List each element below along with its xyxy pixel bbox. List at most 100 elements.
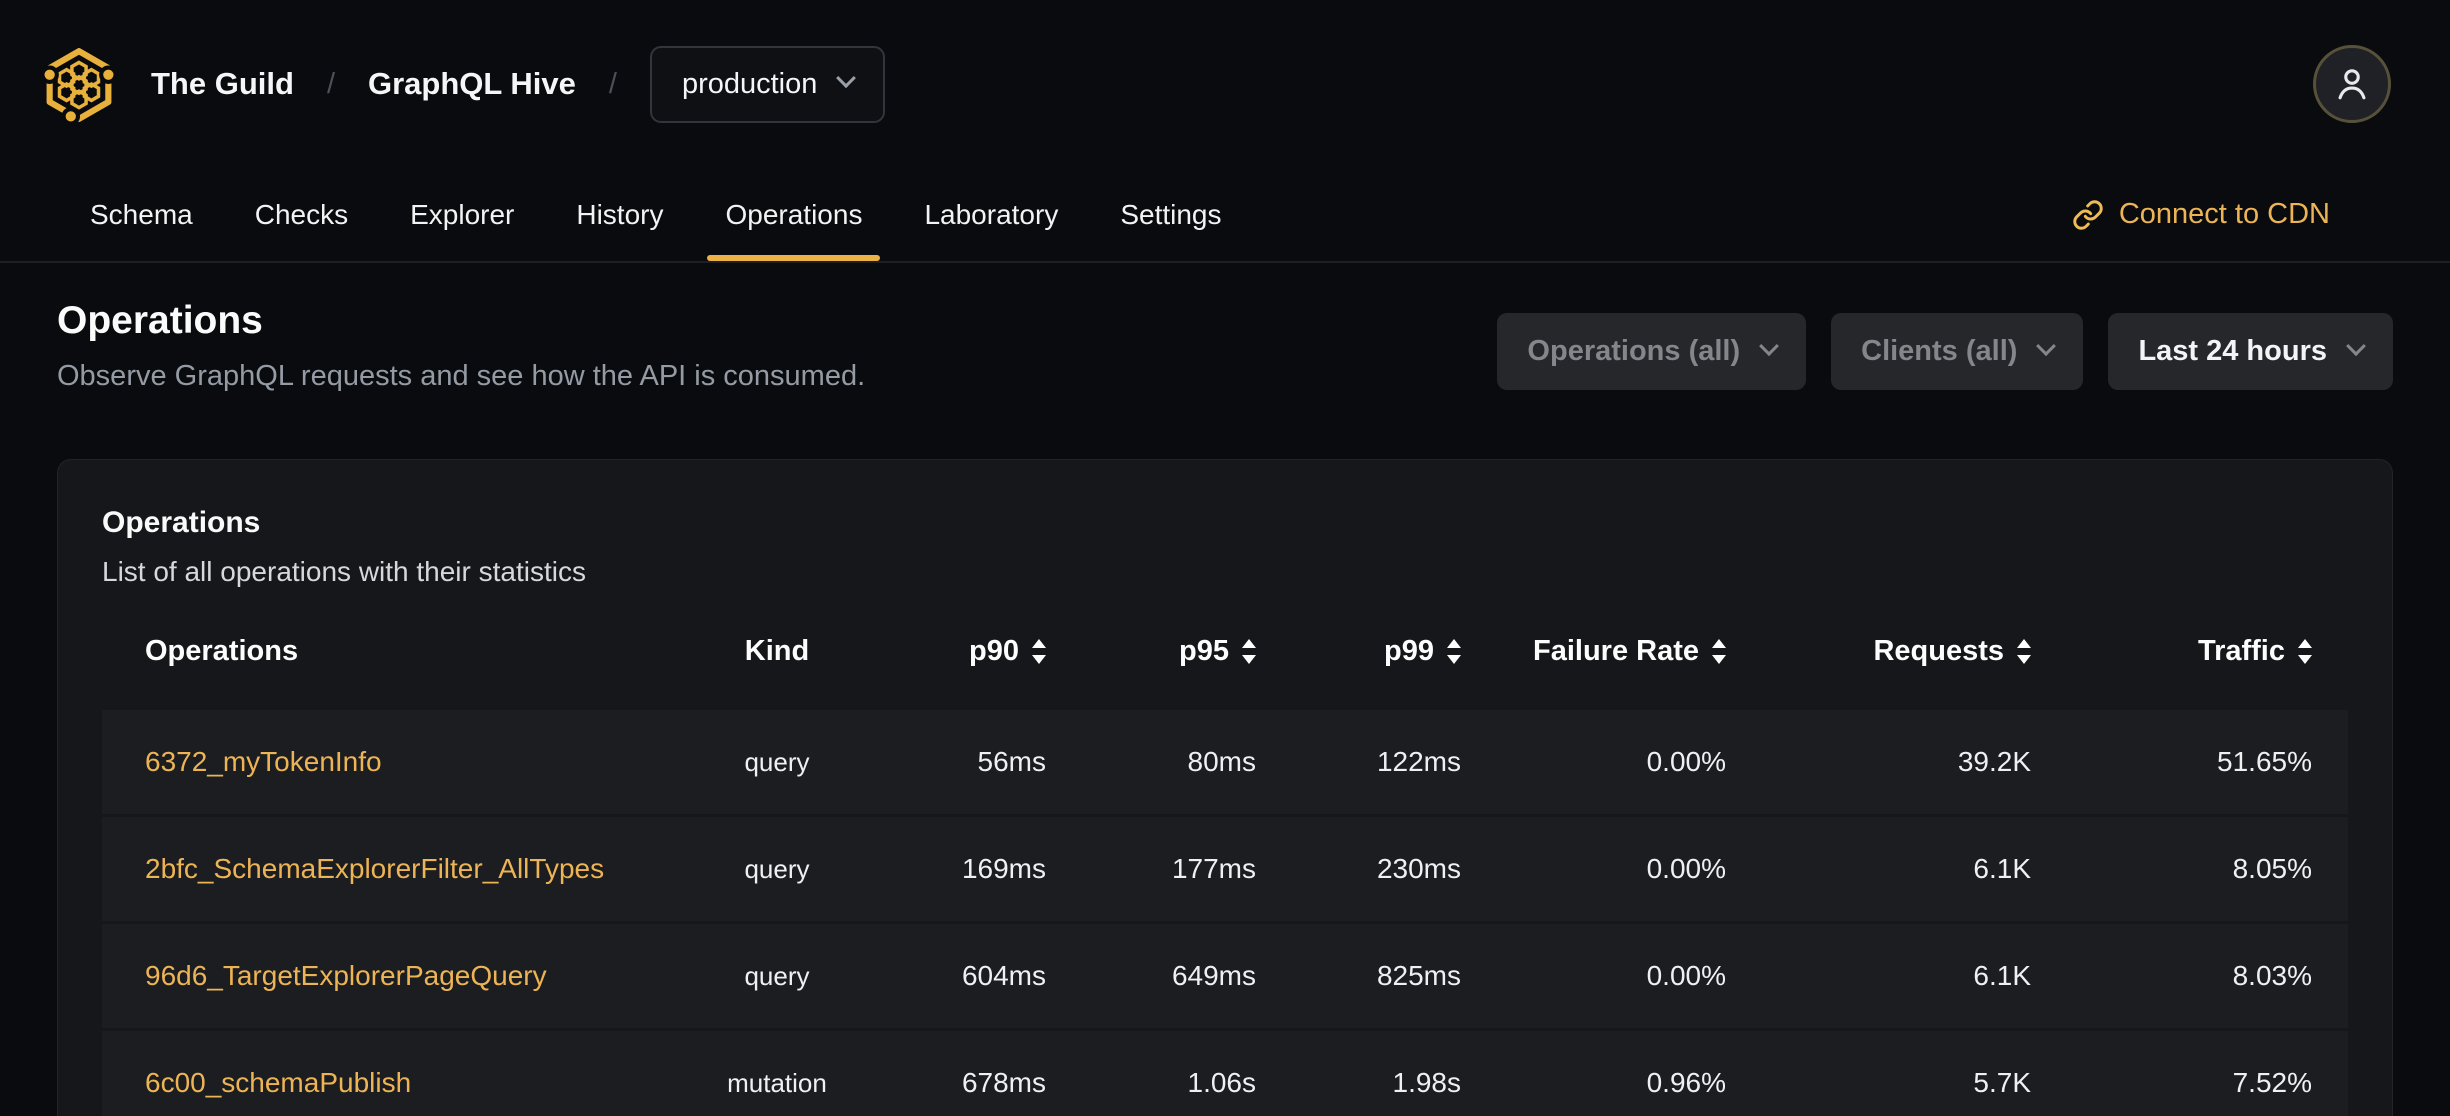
- sort-asc-icon: [1712, 638, 1726, 648]
- table-row: 2bfc_SchemaExplorerFilter_AllTypes query…: [102, 817, 2348, 921]
- kind-cell: mutation: [727, 1067, 827, 1098]
- clients-filter-label: Clients (all): [1861, 335, 2018, 367]
- failure-rate-cell: 0.96%: [1646, 1067, 1726, 1098]
- tab-checks[interactable]: Checks: [237, 168, 366, 261]
- target-nav: Schema Checks Explorer History Operation…: [0, 168, 2450, 263]
- sort-desc-icon: [2017, 654, 2031, 664]
- p90-cell: 678ms: [961, 1067, 1046, 1098]
- breadcrumb-separator: /: [608, 67, 617, 100]
- user-icon: [2338, 69, 2366, 100]
- sort-desc-icon: [1712, 654, 1726, 664]
- breadcrumb: The Guild / GraphQL Hive / production: [40, 43, 886, 125]
- p99-cell: 230ms: [1376, 853, 1461, 884]
- tab-laboratory[interactable]: Laboratory: [906, 168, 1076, 261]
- traffic-cell: 8.03%: [2232, 960, 2312, 991]
- operations-table: Operations Kind p90 p95 p99 Failure Rate…: [102, 606, 2348, 1116]
- breadcrumb-separator: /: [326, 67, 335, 100]
- connect-to-cdn-button[interactable]: Connect to CDN: [2072, 168, 2330, 261]
- sort-asc-icon: [2017, 638, 2031, 648]
- column-header-p99[interactable]: p99: [1272, 635, 1477, 668]
- sort-asc-icon: [1447, 638, 1461, 648]
- sort-icons[interactable]: [2017, 638, 2031, 664]
- top-bar: The Guild / GraphQL Hive / production: [0, 0, 2450, 168]
- p99-cell: 1.98s: [1392, 1067, 1462, 1098]
- tab-schema[interactable]: Schema: [72, 168, 211, 261]
- target-selector-value: production: [681, 67, 818, 100]
- p90-cell: 56ms: [977, 746, 1046, 777]
- p95-cell: 649ms: [1171, 960, 1256, 991]
- operations-filter-dropdown[interactable]: Operations (all): [1497, 313, 1807, 390]
- operation-link[interactable]: 2bfc_SchemaExplorerFilter_AllTypes: [145, 853, 604, 885]
- kind-cell: query: [744, 853, 810, 884]
- sort-desc-icon: [1447, 654, 1461, 664]
- sort-icons[interactable]: [2298, 638, 2312, 664]
- tab-settings[interactable]: Settings: [1102, 168, 1239, 261]
- sort-desc-icon: [2298, 654, 2312, 664]
- column-header-requests[interactable]: Requests: [1742, 635, 2047, 668]
- sort-asc-icon: [1242, 638, 1256, 648]
- p99-cell: 122ms: [1376, 746, 1461, 777]
- sort-desc-icon: [1032, 654, 1046, 664]
- p90-cell: 169ms: [961, 853, 1046, 884]
- hive-logo-icon[interactable]: [40, 43, 118, 125]
- sort-icons[interactable]: [1712, 638, 1726, 664]
- kind-cell: query: [744, 746, 810, 777]
- requests-cell: 6.1K: [1973, 853, 2031, 884]
- sort-icons[interactable]: [1447, 638, 1461, 664]
- p95-cell: 177ms: [1171, 853, 1256, 884]
- tab-explorer[interactable]: Explorer: [392, 168, 532, 261]
- sort-asc-icon: [2298, 638, 2312, 648]
- card-subtitle: List of all operations with their statis…: [102, 556, 586, 587]
- operations-filter-label: Operations (all): [1527, 335, 1741, 367]
- sort-desc-icon: [1242, 654, 1256, 664]
- project-name[interactable]: GraphQL Hive: [368, 66, 576, 102]
- date-range-dropdown[interactable]: Last 24 hours: [2108, 313, 2393, 390]
- chevron-down-icon: [1759, 335, 1780, 356]
- traffic-cell: 51.65%: [2217, 746, 2312, 777]
- operations-page: Operations Observe GraphQL requests and …: [0, 299, 2450, 1116]
- page-subtitle: Observe GraphQL requests and see how the…: [57, 360, 866, 392]
- p99-cell: 825ms: [1376, 960, 1461, 991]
- p90-cell: 604ms: [961, 960, 1046, 991]
- column-header-p90[interactable]: p90: [862, 635, 1062, 668]
- operation-link[interactable]: 6c00_schemaPublish: [145, 1067, 411, 1099]
- target-selector[interactable]: production: [649, 45, 886, 123]
- filters-bar: Operations (all) Clients (all) Last 24 h…: [1497, 313, 2393, 390]
- failure-rate-cell: 0.00%: [1646, 746, 1726, 777]
- sort-icons[interactable]: [1242, 638, 1256, 664]
- column-header-kind: Kind: [744, 634, 810, 667]
- sort-icons[interactable]: [1032, 638, 1046, 664]
- traffic-cell: 7.52%: [2232, 1067, 2312, 1098]
- chevron-down-icon: [2036, 335, 2057, 356]
- column-header-p95[interactable]: p95: [1062, 635, 1272, 668]
- failure-rate-cell: 0.00%: [1646, 853, 1726, 884]
- table-header-row: Operations Kind p90 p95 p99 Failure Rate…: [102, 606, 2348, 696]
- operation-link[interactable]: 6372_myTokenInfo: [145, 746, 382, 778]
- org-name[interactable]: The Guild: [151, 66, 294, 102]
- traffic-cell: 8.05%: [2232, 853, 2312, 884]
- tab-operations[interactable]: Operations: [707, 168, 881, 261]
- requests-cell: 39.2K: [1957, 746, 2031, 777]
- operations-list-card: Operations List of all operations with t…: [57, 459, 2393, 1116]
- table-row: 96d6_TargetExplorerPageQuery query 604ms…: [102, 924, 2348, 1028]
- user-menu-button[interactable]: [2313, 45, 2391, 123]
- p95-cell: 1.06s: [1187, 1067, 1257, 1098]
- tab-history[interactable]: History: [558, 168, 681, 261]
- column-header-operations: Operations: [145, 634, 299, 667]
- requests-cell: 5.7K: [1973, 1067, 2031, 1098]
- connect-to-cdn-label: Connect to CDN: [2118, 198, 2330, 230]
- operation-link[interactable]: 96d6_TargetExplorerPageQuery: [145, 960, 547, 992]
- column-header-failure-rate[interactable]: Failure Rate: [1477, 635, 1742, 668]
- table-row: 6372_myTokenInfo query 56ms 80ms 122ms 0…: [102, 710, 2348, 814]
- requests-cell: 6.1K: [1973, 960, 2031, 991]
- date-range-label: Last 24 hours: [2138, 335, 2327, 367]
- link-icon: [2073, 199, 2103, 230]
- chevron-down-icon: [836, 68, 857, 89]
- failure-rate-cell: 0.00%: [1646, 960, 1726, 991]
- column-header-traffic[interactable]: Traffic: [2047, 635, 2352, 668]
- sort-asc-icon: [1032, 638, 1046, 648]
- clients-filter-dropdown[interactable]: Clients (all): [1831, 313, 2084, 390]
- chevron-down-icon: [2346, 335, 2366, 356]
- page-title: Operations: [57, 299, 263, 342]
- p95-cell: 80ms: [1187, 746, 1256, 777]
